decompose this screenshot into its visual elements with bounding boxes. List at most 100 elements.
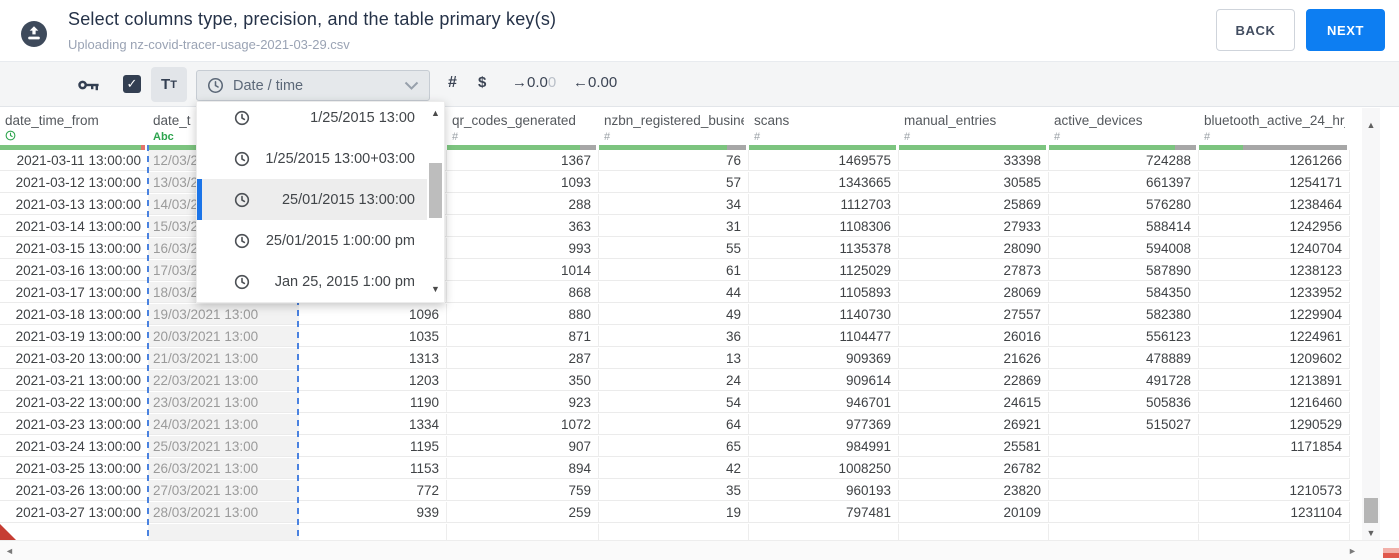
- table-cell[interactable]: [1049, 502, 1199, 523]
- table-cell[interactable]: 30585: [899, 172, 1049, 193]
- table-cell[interactable]: 556123: [1049, 326, 1199, 347]
- table-cell[interactable]: 2021-03-16 13:00:00: [0, 260, 148, 281]
- table-cell[interactable]: 1240704: [1199, 238, 1350, 259]
- table-cell[interactable]: 1112703: [749, 194, 899, 215]
- table-cell[interactable]: 960193: [749, 480, 899, 501]
- table-cell[interactable]: 478889: [1049, 348, 1199, 369]
- table-cell[interactable]: 21/03/2021 13:00: [148, 348, 299, 369]
- table-cell[interactable]: 13: [599, 348, 749, 369]
- table-cell[interactable]: 584350: [1049, 282, 1199, 303]
- table-cell[interactable]: 2021-03-11 13:00:00: [0, 150, 148, 171]
- table-cell[interactable]: 2021-03-12 13:00:00: [0, 172, 148, 193]
- table-cell[interactable]: 871: [447, 326, 599, 347]
- table-cell[interactable]: 1229904: [1199, 304, 1350, 325]
- scroll-down-arrow-icon[interactable]: ▼: [1362, 528, 1380, 538]
- table-cell[interactable]: [599, 524, 749, 540]
- table-cell[interactable]: 2021-03-27 13:00:00: [0, 502, 148, 523]
- currency-type-button[interactable]: $: [478, 74, 486, 91]
- table-cell[interactable]: 1313: [299, 348, 447, 369]
- table-cell[interactable]: 923: [447, 392, 599, 413]
- table-cell[interactable]: [148, 524, 299, 540]
- table-cell[interactable]: 797481: [749, 502, 899, 523]
- table-cell[interactable]: 759: [447, 480, 599, 501]
- table-cell[interactable]: 28090: [899, 238, 1049, 259]
- dropdown-scroll-up-icon[interactable]: ▲: [427, 108, 444, 118]
- table-cell[interactable]: 2021-03-25 13:00:00: [0, 458, 148, 479]
- table-cell[interactable]: 35: [599, 480, 749, 501]
- vertical-scroll-thumb[interactable]: [1364, 498, 1378, 523]
- table-cell[interactable]: 515027: [1049, 414, 1199, 435]
- dropdown-option[interactable]: 1/25/2015 13:00+03:00: [197, 138, 429, 179]
- table-cell[interactable]: 1105893: [749, 282, 899, 303]
- dropdown-option[interactable]: 25/01/2015 1:00:00 pm: [197, 220, 429, 261]
- table-cell[interactable]: 1008250: [749, 458, 899, 479]
- table-cell[interactable]: 25/03/2021 13:00: [148, 436, 299, 457]
- table-cell[interactable]: 2021-03-17 13:00:00: [0, 282, 148, 303]
- table-cell[interactable]: [0, 524, 148, 540]
- table-cell[interactable]: 582380: [1049, 304, 1199, 325]
- table-cell[interactable]: 1203: [299, 370, 447, 391]
- table-cell[interactable]: 1135378: [749, 238, 899, 259]
- vertical-scrollbar[interactable]: ▲ ▼: [1362, 108, 1380, 540]
- table-cell[interactable]: 2021-03-24 13:00:00: [0, 436, 148, 457]
- table-cell[interactable]: 1216460: [1199, 392, 1350, 413]
- table-cell[interactable]: 76: [599, 150, 749, 171]
- dropdown-scroll-down-icon[interactable]: ▼: [427, 284, 444, 294]
- table-cell[interactable]: 1195: [299, 436, 447, 457]
- table-cell[interactable]: 2021-03-13 13:00:00: [0, 194, 148, 215]
- table-cell[interactable]: [1199, 458, 1350, 479]
- table-cell[interactable]: 594008: [1049, 238, 1199, 259]
- number-type-button[interactable]: #: [448, 74, 457, 92]
- table-cell[interactable]: 1334: [299, 414, 447, 435]
- table-cell[interactable]: 1242956: [1199, 216, 1350, 237]
- table-cell[interactable]: 1153: [299, 458, 447, 479]
- table-cell[interactable]: 1140730: [749, 304, 899, 325]
- table-cell[interactable]: 28/03/2021 13:00: [148, 502, 299, 523]
- table-cell[interactable]: [299, 524, 447, 540]
- table-cell[interactable]: 2021-03-22 13:00:00: [0, 392, 148, 413]
- table-cell[interactable]: 363: [447, 216, 599, 237]
- table-cell[interactable]: 25581: [899, 436, 1049, 457]
- table-cell[interactable]: 36: [599, 326, 749, 347]
- table-cell[interactable]: 880: [447, 304, 599, 325]
- table-cell[interactable]: 2021-03-19 13:00:00: [0, 326, 148, 347]
- column-header-date_time_from[interactable]: date_time_from: [0, 107, 148, 150]
- table-cell[interactable]: 1290529: [1199, 414, 1350, 435]
- table-cell[interactable]: 661397: [1049, 172, 1199, 193]
- table-cell[interactable]: 984991: [749, 436, 899, 457]
- column-header-active_devices[interactable]: active_devices #: [1049, 107, 1199, 150]
- table-cell[interactable]: 350: [447, 370, 599, 391]
- table-cell[interactable]: 42: [599, 458, 749, 479]
- decrease-decimal-button[interactable]: ←0.00: [573, 74, 617, 91]
- table-cell[interactable]: 54: [599, 392, 749, 413]
- table-cell[interactable]: 1096: [299, 304, 447, 325]
- table-cell[interactable]: 2021-03-20 13:00:00: [0, 348, 148, 369]
- table-cell[interactable]: 23/03/2021 13:00: [148, 392, 299, 413]
- table-cell[interactable]: 1254171: [1199, 172, 1350, 193]
- table-cell[interactable]: 26/03/2021 13:00: [148, 458, 299, 479]
- scroll-left-arrow-icon[interactable]: ◄: [5, 546, 14, 556]
- table-cell[interactable]: 491728: [1049, 370, 1199, 391]
- table-cell[interactable]: 22869: [899, 370, 1049, 391]
- table-cell[interactable]: 2021-03-14 13:00:00: [0, 216, 148, 237]
- increase-decimal-button[interactable]: →0.00: [512, 74, 556, 91]
- table-cell[interactable]: [1049, 436, 1199, 457]
- table-cell[interactable]: 44: [599, 282, 749, 303]
- not-null-checkbox[interactable]: ✓: [123, 75, 141, 93]
- table-cell[interactable]: 1367: [447, 150, 599, 171]
- table-cell[interactable]: 22/03/2021 13:00: [148, 370, 299, 391]
- table-cell[interactable]: 259: [447, 502, 599, 523]
- table-cell[interactable]: 1104477: [749, 326, 899, 347]
- table-cell[interactable]: 61: [599, 260, 749, 281]
- table-cell[interactable]: 21626: [899, 348, 1049, 369]
- table-cell[interactable]: 505836: [1049, 392, 1199, 413]
- table-cell[interactable]: 909614: [749, 370, 899, 391]
- table-cell[interactable]: [447, 524, 599, 540]
- column-header-bluetooth_active_24_hr_[interactable]: bluetooth_active_24_hr_ #: [1199, 107, 1350, 150]
- table-cell[interactable]: 64: [599, 414, 749, 435]
- table-cell[interactable]: 55: [599, 238, 749, 259]
- table-cell[interactable]: 287: [447, 348, 599, 369]
- table-cell[interactable]: 588414: [1049, 216, 1199, 237]
- dropdown-scrollbar[interactable]: ▲ ▼: [427, 102, 444, 302]
- table-cell[interactable]: 907: [447, 436, 599, 457]
